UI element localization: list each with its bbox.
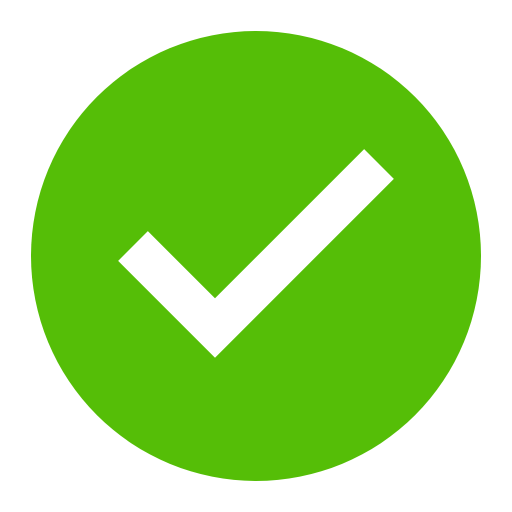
green-circle	[31, 31, 481, 481]
checkmark-circle-icon	[31, 31, 481, 481]
icon-canvas	[0, 0, 512, 512]
